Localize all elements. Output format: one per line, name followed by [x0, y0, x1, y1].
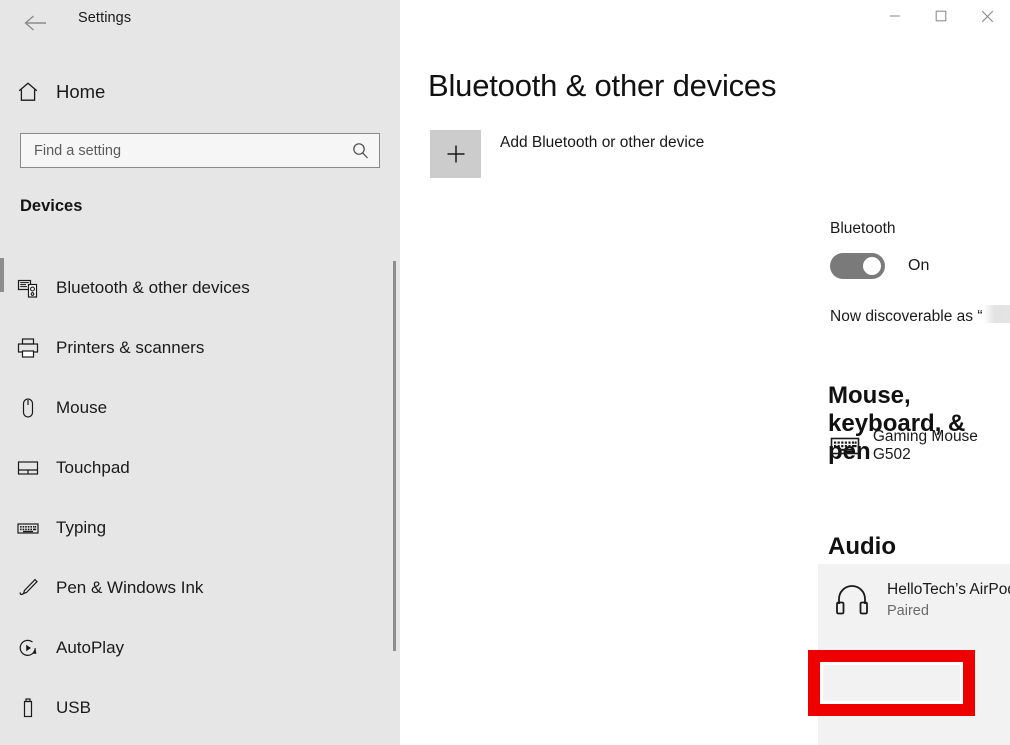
- back-arrow-icon[interactable]: [14, 4, 58, 42]
- mouse-icon: [0, 396, 56, 420]
- sidebar-item-label: Touchpad: [56, 458, 130, 477]
- add-bluetooth-device-label: Add Bluetooth or other device: [500, 134, 705, 151]
- sidebar-item-printers-scanners[interactable]: Printers & scanners: [0, 318, 400, 378]
- bluetooth-toggle-row: On: [830, 253, 929, 279]
- device-row-gaming-mouse[interactable]: Gaming Mouse G502: [830, 428, 1010, 464]
- plus-icon[interactable]: [430, 130, 481, 178]
- app-title: Settings: [78, 10, 132, 26]
- sidebar: Settings Home Devices: [0, 0, 400, 745]
- usb-icon: [0, 696, 56, 720]
- sidebar-item-typing[interactable]: Typing: [0, 498, 400, 558]
- sidebar-item-label: USB: [56, 698, 91, 717]
- minimize-icon[interactable]: [872, 0, 918, 32]
- bluetooth-label: Bluetooth: [830, 220, 896, 237]
- device-name: Gaming Mouse G502: [872, 428, 978, 463]
- device-card-airpods[interactable]: HelloTech’s AirPods Pro Paired Connect R…: [818, 564, 1010, 745]
- sidebar-item-label: Printers & scanners: [56, 338, 205, 357]
- sidebar-nav-list: Bluetooth & other devices Printers & sca…: [0, 258, 400, 738]
- headphones-icon: [835, 580, 887, 616]
- search-box[interactable]: [20, 133, 380, 168]
- sidebar-item-autoplay[interactable]: AutoPlay: [0, 618, 400, 678]
- redacted-device-name: [983, 305, 1010, 323]
- discoverable-prefix: Now discoverable as “: [830, 308, 983, 325]
- sidebar-titlebar: Settings: [0, 0, 400, 48]
- search-input[interactable]: [21, 142, 341, 159]
- settings-window: Settings Home Devices: [0, 0, 1010, 745]
- toggle-knob: [863, 257, 881, 275]
- sidebar-scrollbar-thumb[interactable]: [393, 261, 396, 651]
- selection-indicator: [0, 258, 4, 292]
- keyboard-icon: [0, 516, 56, 540]
- bluetooth-toggle[interactable]: [830, 253, 885, 279]
- sidebar-item-usb[interactable]: USB: [0, 678, 400, 738]
- device-status: Paired: [887, 602, 929, 619]
- sidebar-item-touchpad[interactable]: Touchpad: [0, 438, 400, 498]
- sidebar-item-label: Pen & Windows Ink: [56, 578, 204, 597]
- sidebar-item-bluetooth-other-devices[interactable]: Bluetooth & other devices: [0, 258, 400, 318]
- sidebar-item-label: Mouse: [56, 398, 108, 417]
- pen-icon: [0, 576, 56, 600]
- autoplay-icon: [0, 636, 56, 660]
- sidebar-item-label: Typing: [56, 518, 107, 537]
- section-heading-audio: Audio: [828, 533, 896, 560]
- search-icon[interactable]: [341, 141, 379, 160]
- add-bluetooth-device-row[interactable]: Add Bluetooth or other device: [430, 130, 704, 178]
- device-row-airpods: HelloTech’s AirPods Pro Paired: [835, 580, 1010, 622]
- sidebar-item-home-label: Home: [56, 81, 106, 102]
- sidebar-item-pen-windows-ink[interactable]: Pen & Windows Ink: [0, 558, 400, 618]
- sidebar-scrollbar[interactable]: [390, 245, 400, 665]
- home-icon: [0, 80, 56, 104]
- touchpad-icon: [0, 456, 56, 480]
- printer-icon: [0, 336, 56, 360]
- sidebar-item-home[interactable]: Home: [0, 72, 400, 112]
- sidebar-item-label: Bluetooth & other devices: [56, 278, 250, 297]
- main-content: Bluetooth & other devices Add Bluetooth …: [400, 0, 1010, 745]
- discoverable-status: Now discoverable as “ ”: [830, 303, 1010, 326]
- page-title: Bluetooth & other devices: [428, 68, 777, 103]
- keyboard-icon: [830, 433, 873, 459]
- bluetooth-devices-icon: [0, 276, 56, 300]
- close-icon[interactable]: [964, 0, 1010, 32]
- device-name: HelloTech’s AirPods Pro: [887, 581, 1010, 598]
- sidebar-item-mouse[interactable]: Mouse: [0, 378, 400, 438]
- sidebar-group-heading: Devices: [20, 197, 83, 215]
- sidebar-item-label: AutoPlay: [56, 638, 125, 657]
- window-controls: [872, 0, 1010, 32]
- bluetooth-toggle-state: On: [908, 257, 930, 274]
- maximize-icon[interactable]: [918, 0, 964, 32]
